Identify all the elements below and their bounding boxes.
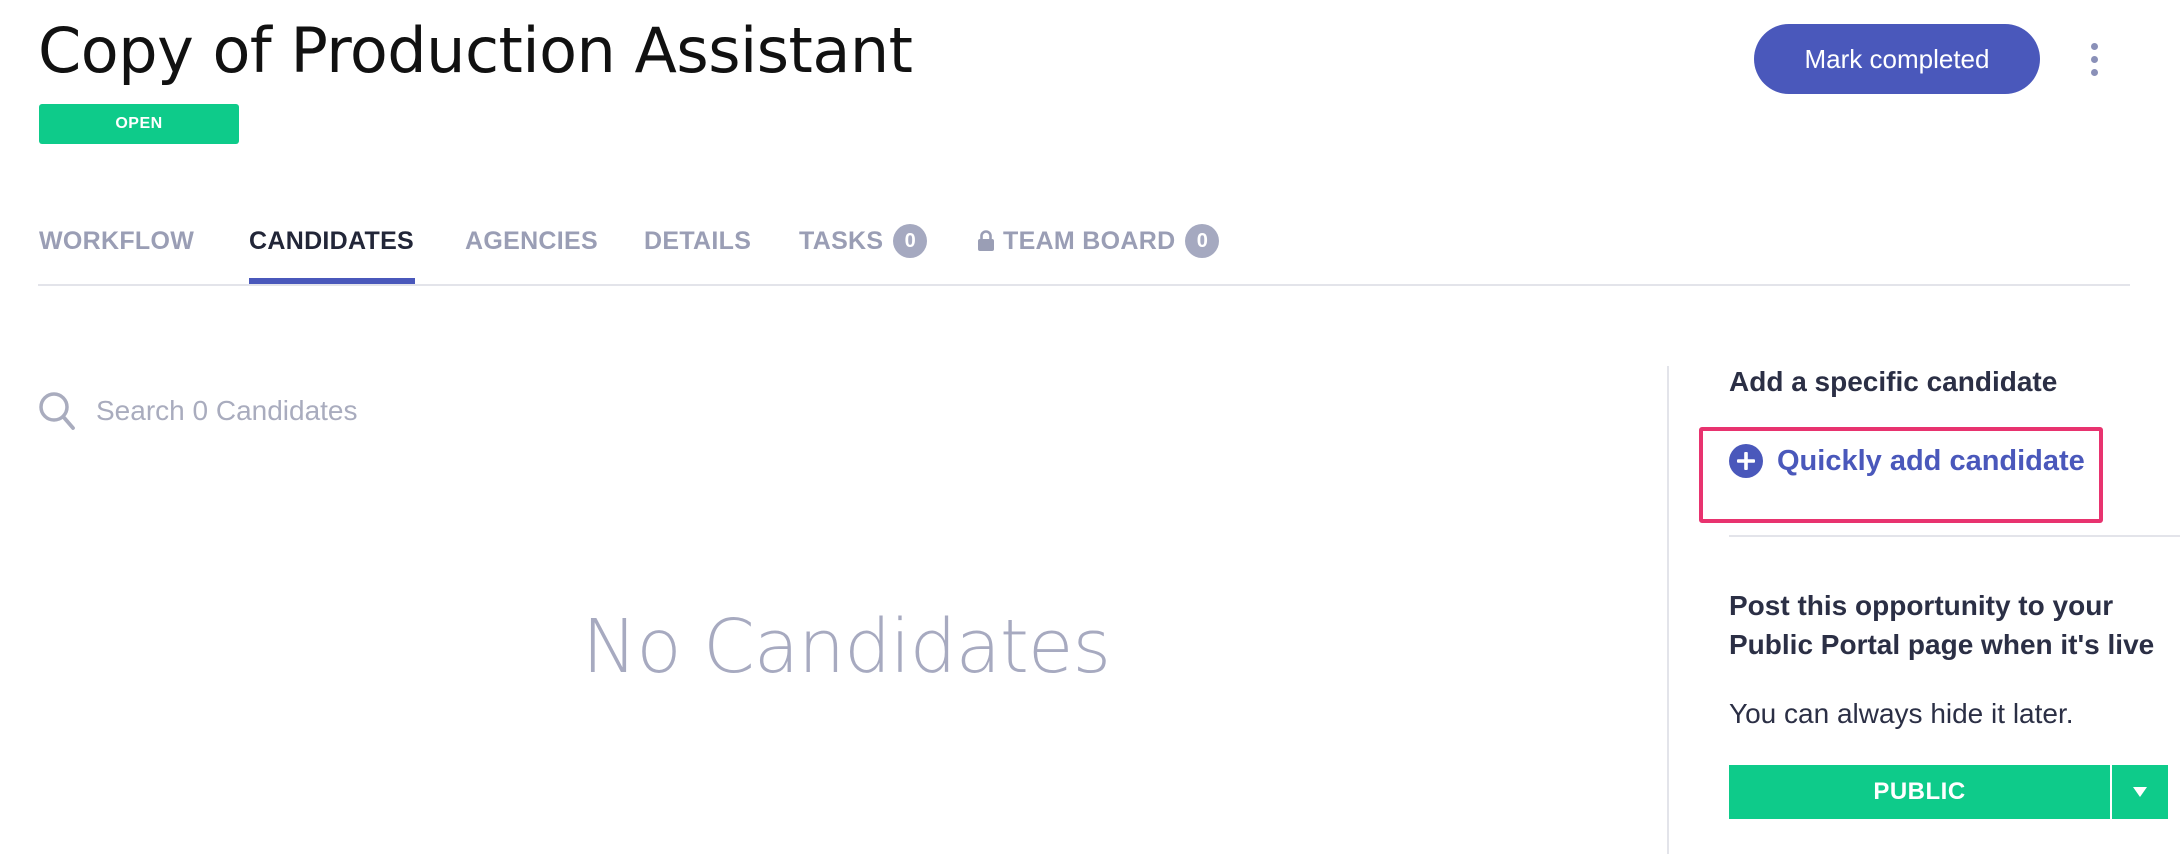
tab-label: DETAILS xyxy=(644,226,752,255)
kebab-dot xyxy=(2090,55,2098,63)
quick-add-label: Quickly add candidate xyxy=(1777,444,2085,477)
tab-label: CANDIDATES xyxy=(249,226,415,255)
kebab-dot xyxy=(2090,68,2098,76)
visibility-dropdown-toggle[interactable] xyxy=(2112,765,2168,819)
page-title: Copy of Production Assistant xyxy=(38,14,913,87)
tab-label: TEAM BOARD xyxy=(1003,226,1176,255)
search-icon xyxy=(39,392,75,430)
tabs-divider xyxy=(38,284,2130,286)
plus-circle-icon xyxy=(1729,444,1763,478)
search-input[interactable] xyxy=(94,394,698,428)
tab-details[interactable]: DETAILS xyxy=(644,216,751,266)
more-options-icon[interactable] xyxy=(2080,30,2108,88)
tab-team-board[interactable]: TEAM BOARD 0 xyxy=(977,216,1220,266)
tab-workflow[interactable]: WORKFLOW xyxy=(39,216,194,266)
tab-candidates[interactable]: CANDIDATES xyxy=(249,216,414,266)
caret-down-icon xyxy=(2133,787,2147,797)
tab-label: AGENCIES xyxy=(465,226,598,255)
tasks-count-badge: 0 xyxy=(893,224,928,258)
sidebar-section-divider xyxy=(1729,535,2180,537)
status-badge: OPEN xyxy=(39,104,239,144)
tab-label: WORKFLOW xyxy=(39,226,195,255)
lock-icon xyxy=(978,230,994,251)
quick-add-candidate-link[interactable]: Quickly add candidate xyxy=(1729,444,2085,478)
add-candidate-heading: Add a specific candidate xyxy=(1729,366,2058,397)
search-bar xyxy=(38,388,698,434)
tab-label: TASKS xyxy=(799,226,884,255)
team-board-count-badge: 0 xyxy=(1185,224,1220,258)
tab-agencies[interactable]: AGENCIES xyxy=(465,216,598,266)
empty-state-message: No Candidates xyxy=(582,604,1111,690)
mark-completed-button[interactable]: Mark completed xyxy=(1754,24,2040,94)
kebab-dot xyxy=(2090,42,2098,50)
visibility-select-button[interactable]: PUBLIC xyxy=(1729,765,2110,819)
hide-later-hint: You can always hide it later. xyxy=(1729,698,2074,729)
public-portal-text: Post this opportunity to your Public Por… xyxy=(1729,590,2155,660)
sidebar-divider xyxy=(1667,366,1669,854)
tab-tasks[interactable]: TASKS 0 xyxy=(799,216,928,266)
